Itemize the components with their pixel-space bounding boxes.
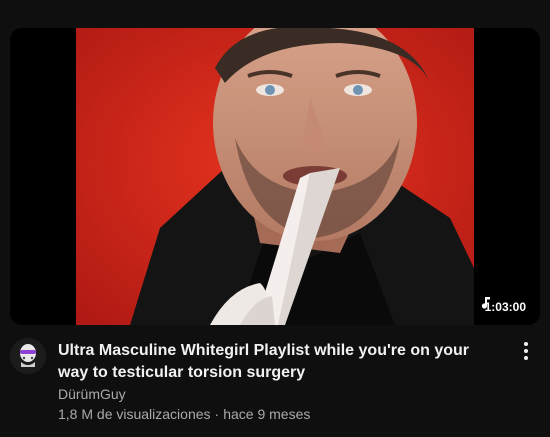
- video-title[interactable]: Ultra Masculine Whitegirl Playlist while…: [58, 340, 498, 384]
- video-stats: 1,8 M de visualizaciones · hace 9 meses: [58, 405, 310, 423]
- menu-dot: [524, 356, 528, 360]
- view-count: 1,8 M de visualizaciones: [58, 406, 211, 422]
- duration-text: 1:03:00: [484, 300, 526, 314]
- channel-name[interactable]: DürümGuy: [58, 385, 126, 403]
- stats-separator: ·: [214, 406, 220, 422]
- duration-badge: 1:03:00: [480, 297, 531, 317]
- video-card[interactable]: 1:03:00 Ultra Masculine Whitegirl Playli…: [0, 0, 550, 437]
- music-note-icon: [481, 297, 490, 309]
- channel-avatar[interactable]: [10, 338, 46, 374]
- upload-age: hace 9 meses: [223, 406, 311, 422]
- video-meta: Ultra Masculine Whitegirl Playlist while…: [10, 338, 540, 430]
- avatar-icon: [10, 338, 46, 374]
- more-vert-icon[interactable]: [518, 340, 534, 362]
- video-thumbnail[interactable]: 1:03:00: [10, 28, 540, 325]
- menu-dot: [524, 342, 528, 346]
- thumbnail-image: [10, 28, 540, 325]
- menu-dot: [524, 349, 528, 353]
